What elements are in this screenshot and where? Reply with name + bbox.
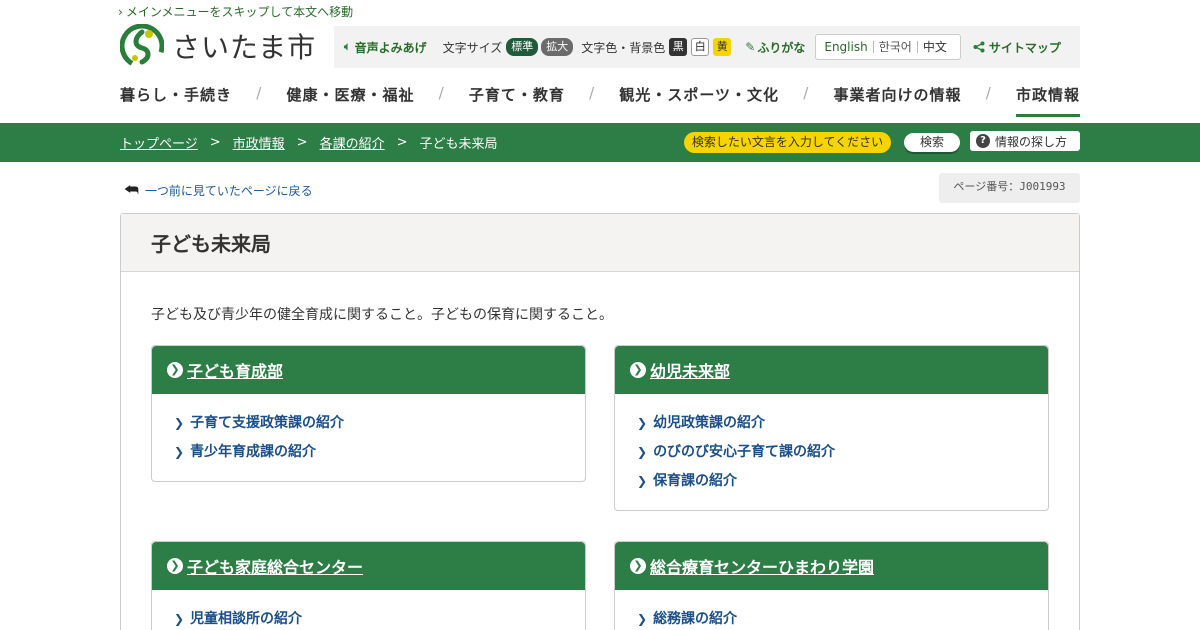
section-title[interactable]: 総合療育センターひまわり学園	[650, 554, 874, 578]
city-emblem-icon	[120, 24, 164, 68]
chevron-right-icon: ❯	[637, 416, 648, 430]
page-number: ページ番号：J001993	[939, 173, 1080, 203]
utility-bar: 🔈︎ 音声よみあげ 文字サイズ 標準 拡大 文字色・背景色 黒 白 黄 ✎ ふり…	[334, 26, 1080, 68]
breadcrumb-bar: トップページ > 市政情報 > 各課の紹介 > 子ども未来局 検索したい文言を入…	[0, 123, 1200, 162]
back-link[interactable]: ⮪ 一つ前に見ていたページに戻る	[124, 180, 313, 200]
site-name: さいたま市	[172, 31, 317, 64]
search-button[interactable]: 検索	[904, 133, 960, 152]
language-switcher: English 한국어 中文	[815, 34, 961, 60]
list-item-label[interactable]: 幼児政策課の紹介	[653, 414, 765, 432]
section-header[interactable]: ❯ 子ども家庭総合センター	[152, 542, 585, 590]
list-item-label[interactable]: 保育課の紹介	[653, 472, 737, 490]
section-title[interactable]: 幼児未来部	[650, 358, 730, 382]
chevron-circle-icon: ❯	[630, 362, 646, 378]
global-nav: 暮らし・手続き / 健康・医療・福祉 / 子育て・教育 / 観光・スポーツ・文化…	[120, 84, 1080, 124]
section-link-list: ❯ 児童相談所の紹介	[152, 590, 585, 630]
breadcrumb-current: 子ども未来局	[419, 137, 498, 152]
nav-separator: /	[985, 84, 992, 102]
chevron-right-icon: ❯	[174, 445, 185, 459]
furigana-button[interactable]: ✎ ふりがな	[745, 39, 805, 56]
section-box: ❯ 総合療育センターひまわり学園 ❯ 総務課の紹介	[614, 541, 1049, 630]
chevron-right-icon: ❯	[637, 612, 648, 626]
skip-to-content-link[interactable]: メインメニューをスキップして本文へ移動	[118, 3, 353, 20]
chevron-right-icon: ❯	[637, 445, 648, 459]
breadcrumb-separator: >	[209, 135, 221, 150]
section-box: ❯ 幼児未来部 ❯ 幼児政策課の紹介 ❯ のびのび安心子育て課の紹介 ❯ 保育課の紹介	[614, 345, 1049, 511]
section-box: ❯ 子ども育成部 ❯ 子育て支援政策課の紹介 ❯ 青少年育成課の紹介	[151, 345, 586, 482]
breadcrumb-separator: >	[296, 135, 308, 150]
section-header[interactable]: ❯ 総合療育センターひまわり学園	[615, 542, 1048, 590]
section-title[interactable]: 子ども家庭総合センター	[187, 554, 363, 578]
sitemap-label: サイトマップ	[988, 40, 1061, 55]
search-help-link[interactable]: ? 情報の探し方	[970, 131, 1080, 151]
list-item-label[interactable]: 児童相談所の紹介	[190, 610, 302, 628]
chevron-right-icon: ❯	[637, 474, 648, 488]
chevron-right-icon: ❯	[174, 416, 185, 430]
section-link-list: ❯ 総務課の紹介	[615, 590, 1048, 630]
page-title: 子ども未来局	[121, 214, 1079, 272]
chevron-circle-icon: ❯	[167, 362, 183, 378]
breadcrumb: トップページ > 市政情報 > 各課の紹介 > 子ども未来局	[120, 133, 498, 152]
color-yellow-button[interactable]: 黄	[713, 38, 732, 56]
chevron-right-icon: ❯	[174, 612, 185, 626]
nav-city-administration[interactable]: 市政情報	[1015, 84, 1080, 117]
nav-business-info[interactable]: 事業者向けの情報	[834, 84, 962, 117]
list-item[interactable]: ❯ 保育課の紹介	[637, 472, 1048, 501]
lang-chinese-link[interactable]: 中文	[916, 41, 952, 53]
list-item[interactable]: ❯ のびのび安心子育て課の紹介	[637, 443, 1048, 472]
list-item-label[interactable]: 子育て支援政策課の紹介	[190, 414, 344, 432]
nav-separator: /	[256, 84, 263, 102]
list-item[interactable]: ❯ 幼児政策課の紹介	[637, 414, 1048, 443]
breadcrumb-departments-link[interactable]: 各課の紹介	[320, 133, 385, 152]
pencil-icon: ✎	[745, 40, 756, 54]
list-item-label[interactable]: のびのび安心子育て課の紹介	[653, 443, 835, 461]
color-white-button[interactable]: 白	[691, 38, 710, 56]
list-item[interactable]: ❯ 総務課の紹介	[637, 610, 1048, 630]
section-link-list: ❯ 幼児政策課の紹介 ❯ のびのび安心子育て課の紹介 ❯ 保育課の紹介	[615, 394, 1048, 501]
breadcrumb-top-link[interactable]: トップページ	[120, 133, 198, 152]
nav-tourism-culture[interactable]: 観光・スポーツ・文化	[619, 84, 779, 117]
nav-separator: /	[803, 84, 810, 102]
nav-childcare-education[interactable]: 子育て・教育	[469, 84, 565, 117]
color-label: 文字色・背景色	[581, 40, 666, 55]
furigana-label: ふりがな	[757, 40, 806, 55]
list-item[interactable]: ❯ 児童相談所の紹介	[174, 610, 585, 630]
section-title[interactable]: 子ども育成部	[187, 358, 283, 382]
breadcrumb-separator: >	[396, 135, 408, 150]
sitemap-link[interactable]: サイトマップ	[973, 39, 1061, 56]
list-item-label[interactable]: 総務課の紹介	[653, 610, 737, 628]
font-size-label: 文字サイズ	[442, 40, 503, 55]
section-header[interactable]: ❯ 子ども育成部	[152, 346, 585, 394]
voice-readout-button[interactable]: 🔈︎ 音声よみあげ	[344, 39, 427, 56]
list-item[interactable]: ❯ 子育て支援政策課の紹介	[174, 414, 585, 443]
font-size-large-button[interactable]: 拡大	[541, 38, 574, 56]
nav-living-procedures[interactable]: 暮らし・手続き	[120, 84, 232, 117]
search-input[interactable]: 検索したい文言を入力してください	[684, 132, 891, 153]
list-item[interactable]: ❯ 青少年育成課の紹介	[174, 443, 585, 472]
nav-separator: /	[438, 84, 445, 102]
nav-separator: /	[589, 84, 596, 102]
breadcrumb-city-admin-link[interactable]: 市政情報	[233, 133, 285, 152]
section-header[interactable]: ❯ 幼児未来部	[615, 346, 1048, 394]
content-card: 子ども未来局 子ども及び青少年の健全育成に関すること。子どもの保育に関すること。…	[120, 213, 1080, 630]
lang-english-link[interactable]: English	[824, 41, 872, 53]
question-icon: ?	[976, 134, 990, 148]
color-black-button[interactable]: 黒	[669, 38, 688, 56]
section-box: ❯ 子ども家庭総合センター ❯ 児童相談所の紹介	[151, 541, 586, 630]
site-logo[interactable]: さいたま市	[120, 24, 316, 68]
share-icon	[973, 41, 985, 53]
lang-korean-link[interactable]: 한국어	[872, 41, 917, 53]
nav-health-welfare[interactable]: 健康・医療・福祉	[286, 84, 414, 117]
page-description: 子ども及び青少年の健全育成に関すること。子どもの保育に関すること。	[151, 307, 613, 323]
return-arrow-icon: ⮪	[124, 180, 139, 199]
list-item-label[interactable]: 青少年育成課の紹介	[190, 443, 316, 461]
section-link-list: ❯ 子育て支援政策課の紹介 ❯ 青少年育成課の紹介	[152, 394, 585, 472]
chevron-circle-icon: ❯	[630, 558, 646, 574]
speaker-icon: 🔈︎	[344, 40, 351, 53]
back-link-label: 一つ前に見ていたページに戻る	[144, 183, 313, 198]
voice-readout-label: 音声よみあげ	[354, 40, 427, 55]
chevron-circle-icon: ❯	[167, 558, 183, 574]
search-help-label: 情報の探し方	[995, 134, 1068, 149]
font-size-standard-button[interactable]: 標準	[506, 38, 539, 56]
